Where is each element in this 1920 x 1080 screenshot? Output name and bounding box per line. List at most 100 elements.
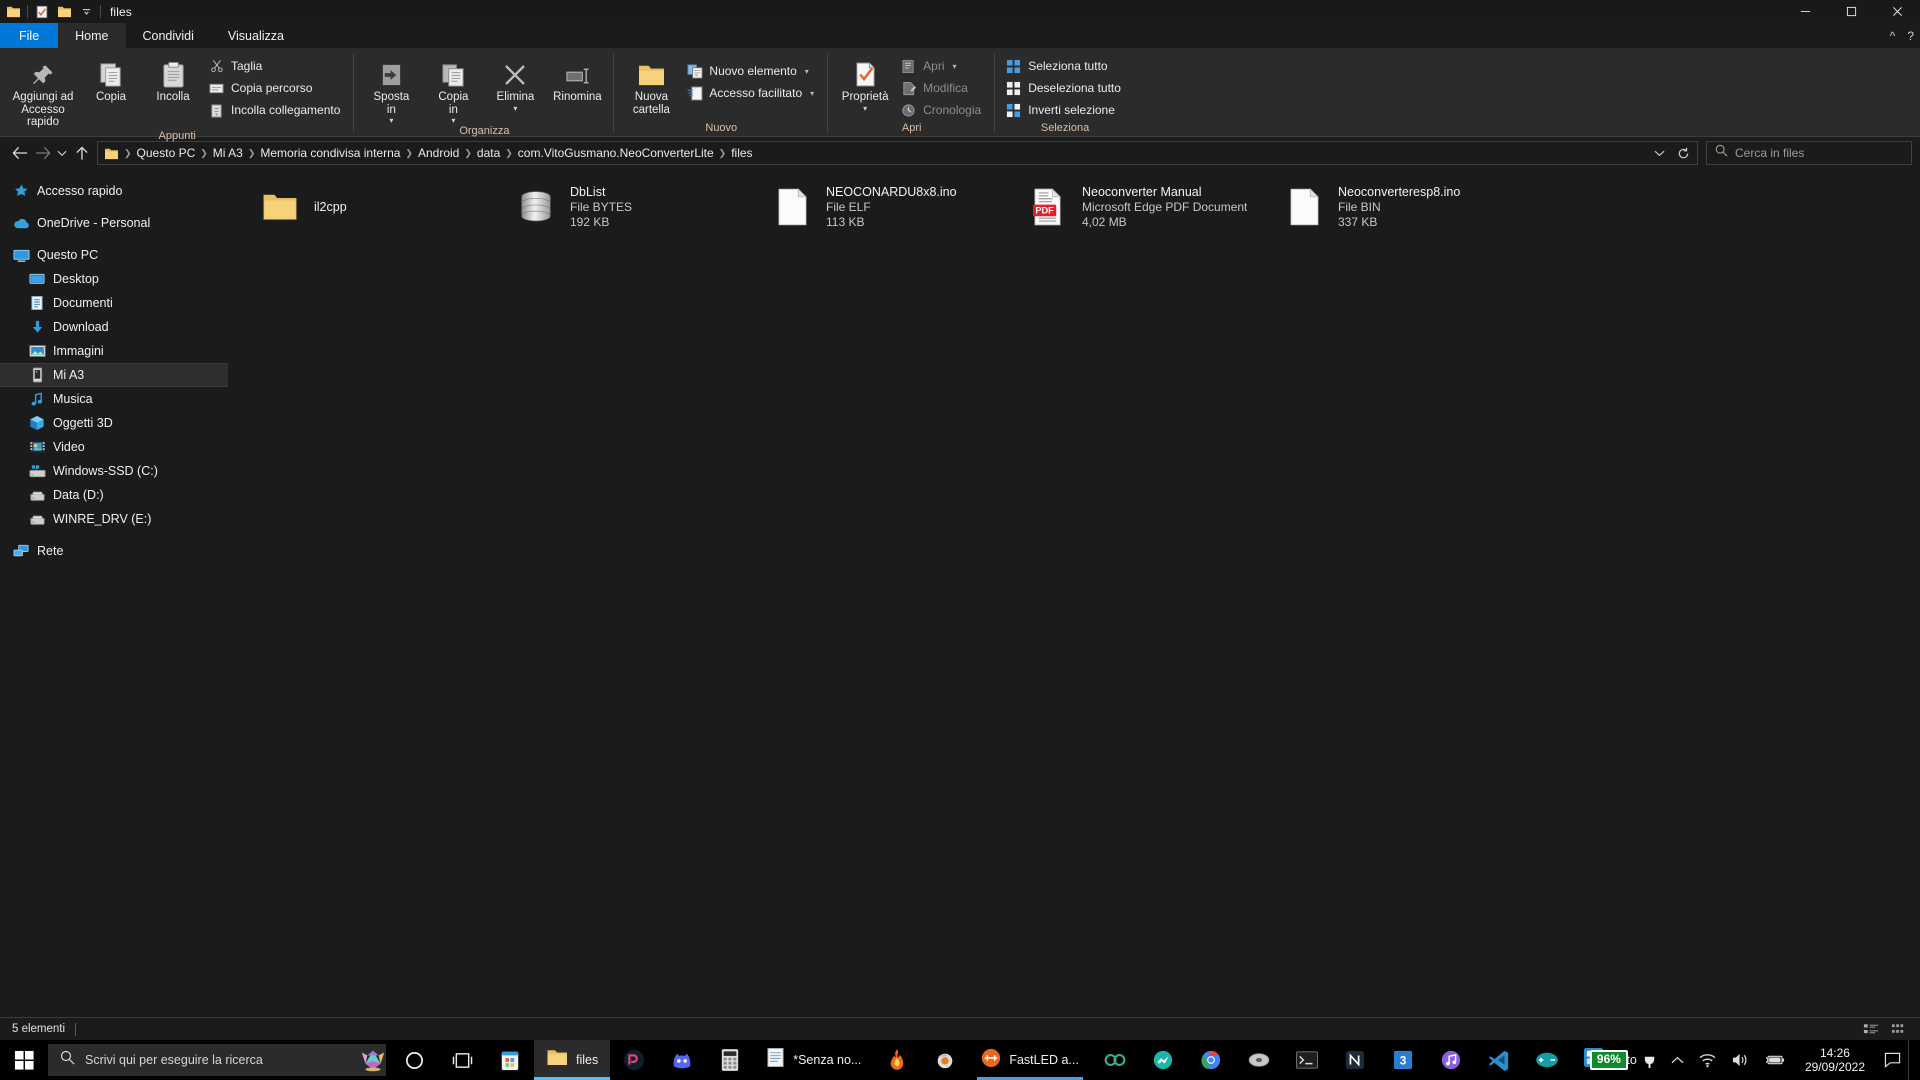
- copy-path-button[interactable]: Copia percorso: [204, 77, 348, 99]
- customize-qat-chevron-icon[interactable]: [75, 1, 97, 23]
- breadcrumb-item-4[interactable]: data: [473, 146, 504, 160]
- search-circle-icon[interactable]: [390, 1040, 438, 1080]
- tab-visualizza[interactable]: Visualizza: [211, 23, 301, 48]
- open-button[interactable]: Apri ▾: [896, 55, 989, 77]
- open-caret-icon[interactable]: ▾: [952, 62, 956, 71]
- messenger-icon[interactable]: [1139, 1040, 1187, 1080]
- recent-locations-button[interactable]: [54, 140, 70, 166]
- rename-button[interactable]: Rinomina: [546, 52, 608, 104]
- new-folder-icon[interactable]: [53, 1, 75, 23]
- disk-icon[interactable]: [1235, 1040, 1283, 1080]
- file-explorer-task[interactable]: files: [534, 1040, 611, 1080]
- file-item[interactable]: il2cpp: [252, 181, 508, 233]
- calculator-icon[interactable]: [706, 1040, 754, 1080]
- sidebar-item-video[interactable]: Video: [0, 435, 228, 459]
- show-hidden-icons-button[interactable]: [1664, 1040, 1691, 1080]
- file-item[interactable]: Neoconverteresp8.ino File BIN 337 KB: [1276, 181, 1532, 233]
- details-view-icon[interactable]: [1860, 1019, 1882, 1039]
- breadcrumb-chevron-icon[interactable]: ❯: [404, 148, 414, 159]
- sidebar-item-data-d[interactable]: Data (D:): [0, 483, 228, 507]
- edit-button[interactable]: Modifica: [896, 77, 989, 99]
- music-app-icon[interactable]: [1427, 1040, 1475, 1080]
- new-item-button[interactable]: Nuovo elemento ▾: [682, 60, 822, 82]
- breadcrumb-chevron-icon[interactable]: ❯: [247, 148, 257, 159]
- file-item[interactable]: PDF Neoconverter Manual Microsoft Edge P…: [1020, 181, 1276, 233]
- arduino-icon[interactable]: [1523, 1040, 1571, 1080]
- flame-icon[interactable]: [873, 1040, 921, 1080]
- chrome-icon[interactable]: [1187, 1040, 1235, 1080]
- breadcrumb-chevron-icon[interactable]: ❯: [718, 148, 728, 159]
- sidebar-item-accesso-rapido[interactable]: Accesso rapido: [0, 179, 228, 203]
- breadcrumb-item-5[interactable]: com.VitoGusmano.NeoConverterLite: [514, 146, 718, 160]
- properties-caret-icon[interactable]: ▾: [863, 104, 867, 112]
- show-desktop-button[interactable]: [1908, 1040, 1918, 1080]
- delete-caret-icon[interactable]: ▾: [513, 104, 517, 112]
- battery-percent-badge[interactable]: 96%: [1583, 1040, 1635, 1080]
- tab-home[interactable]: Home: [58, 23, 126, 48]
- vscode-icon[interactable]: [1475, 1040, 1523, 1080]
- select-all-button[interactable]: Seleziona tutto: [1001, 55, 1129, 77]
- sidebar-item-oggetti-3d[interactable]: Oggetti 3D: [0, 411, 228, 435]
- new-item-caret-icon[interactable]: ▾: [805, 67, 809, 76]
- copy-button[interactable]: Copia: [80, 52, 142, 104]
- address-dropdown-button[interactable]: [1647, 142, 1671, 164]
- fastled-task[interactable]: FastLED a...: [969, 1040, 1090, 1080]
- breadcrumb-item-2[interactable]: Memoria condivisa interna: [256, 146, 404, 160]
- cortana-icon[interactable]: [356, 1040, 390, 1080]
- copy-to-button[interactable]: Copia in ▾: [422, 52, 484, 125]
- breadcrumb-chevron-icon[interactable]: ❯: [199, 148, 209, 159]
- blender-icon[interactable]: [921, 1040, 969, 1080]
- move-to-caret-icon[interactable]: ▾: [389, 117, 393, 125]
- close-button[interactable]: [1874, 0, 1920, 23]
- discord-icon[interactable]: [658, 1040, 706, 1080]
- notepad-task[interactable]: *Senza no...: [754, 1040, 873, 1080]
- move-to-button[interactable]: Sposta in ▾: [360, 52, 422, 125]
- wifi-icon[interactable]: [1691, 1040, 1724, 1080]
- sidebar-item-winre-drv[interactable]: WINRE_DRV (E:): [0, 507, 228, 531]
- power-plug-icon[interactable]: [1635, 1040, 1664, 1080]
- back-button[interactable]: [8, 140, 31, 166]
- tab-condividi[interactable]: Condividi: [126, 23, 211, 48]
- paste-shortcut-button[interactable]: Incolla collegamento: [204, 99, 348, 121]
- sidebar-item-desktop[interactable]: Desktop: [0, 267, 228, 291]
- cut-button[interactable]: Taglia: [204, 55, 348, 77]
- link-icon[interactable]: [1091, 1040, 1139, 1080]
- properties-check-icon[interactable]: [31, 1, 53, 23]
- breadcrumb-bar[interactable]: ❯ Questo PC ❯ Mi A3 ❯ Memoria condivisa …: [97, 141, 1698, 165]
- large-icons-view-icon[interactable]: [1888, 1019, 1910, 1039]
- collapse-ribbon-icon[interactable]: ^: [1890, 29, 1896, 43]
- breadcrumb-chevron-icon[interactable]: ❯: [504, 148, 514, 159]
- copy-to-caret-icon[interactable]: ▾: [451, 117, 455, 125]
- paste-button[interactable]: Incolla: [142, 52, 204, 104]
- invert-selection-button[interactable]: Inverti selezione: [1001, 99, 1129, 121]
- file-list-pane[interactable]: il2cpp DbList File BYTES 192 KB NEOCONAR…: [228, 169, 1920, 1017]
- sidebar-item-musica[interactable]: Musica: [0, 387, 228, 411]
- history-button[interactable]: Cronologia: [896, 99, 989, 121]
- forward-button[interactable]: [31, 140, 54, 166]
- file-item[interactable]: NEOCONARDU8x8.ino File ELF 113 KB: [764, 181, 1020, 233]
- sidebar-item-rete[interactable]: Rete: [0, 539, 228, 563]
- terminal-icon[interactable]: [1283, 1040, 1331, 1080]
- delete-button[interactable]: Elimina ▾: [484, 52, 546, 112]
- sidebar-item-documenti[interactable]: Documenti: [0, 291, 228, 315]
- action-center-button[interactable]: [1877, 1040, 1908, 1080]
- sidebar-item-questo-pc[interactable]: Questo PC: [0, 243, 228, 267]
- breadcrumb-chevron-icon[interactable]: ❯: [463, 148, 473, 159]
- minimize-button[interactable]: [1782, 0, 1828, 23]
- taskbar-search-input[interactable]: Scrivi qui per eseguire la ricerca: [48, 1044, 386, 1076]
- taskbar-clock[interactable]: 14:26 29/09/2022: [1793, 1040, 1877, 1080]
- breadcrumb-chevron-icon[interactable]: ❯: [123, 148, 133, 159]
- sidebar-item-windows-ssd[interactable]: Windows-SSD (C:): [0, 459, 228, 483]
- sidebar-item-mi-a3[interactable]: Mi A3: [0, 363, 228, 387]
- photoshop-icon[interactable]: [610, 1040, 658, 1080]
- microsoft-store-icon[interactable]: [486, 1040, 534, 1080]
- properties-button[interactable]: Proprietà ▾: [834, 52, 896, 112]
- system-menu-folder-icon[interactable]: [2, 1, 24, 23]
- sidebar-item-download[interactable]: Download: [0, 315, 228, 339]
- notion-icon[interactable]: [1331, 1040, 1379, 1080]
- breadcrumb-item-3[interactable]: Android: [414, 146, 463, 160]
- sidebar-item-immagini[interactable]: Immagini: [0, 339, 228, 363]
- refresh-button[interactable]: [1671, 142, 1695, 164]
- search-input[interactable]: Cerca in files: [1706, 141, 1912, 165]
- breadcrumb-item-0[interactable]: Questo PC: [133, 146, 200, 160]
